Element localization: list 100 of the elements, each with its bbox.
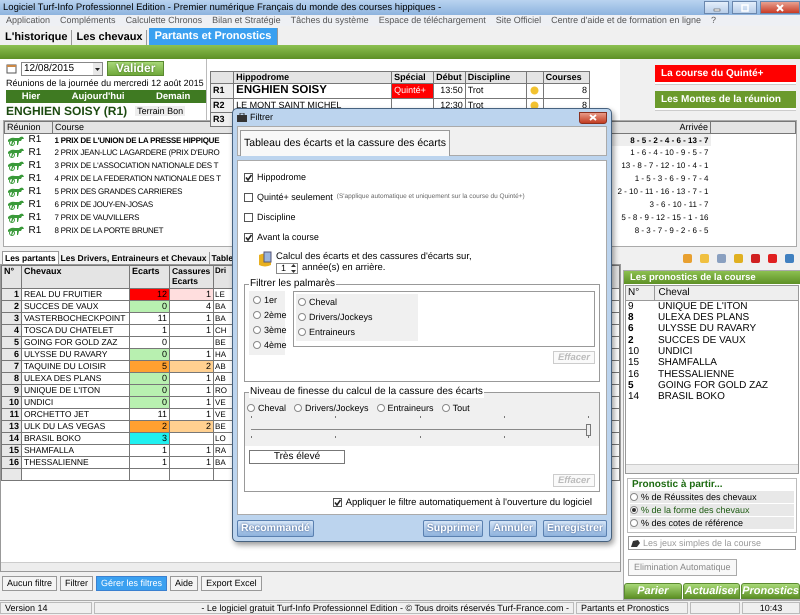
- table-cell: R1: [28, 186, 42, 198]
- scrollbar[interactable]: [626, 464, 798, 473]
- status-text: - Le logiciel gratuit Turf-Info Professionnel Edition - © Tous droits réservés Turf-France.com -: [94, 602, 574, 614]
- day-link[interactable]: Hier: [22, 90, 40, 102]
- table-cell[interactable]: 3 PRIX DE L'ASSOCIATION NATIONALE DES T: [54, 161, 218, 170]
- table-cell-text: SUCCES DE VAUX: [657, 334, 747, 346]
- table-cell[interactable]: 5 PRIX DES GRANDES CARRIERES: [54, 187, 182, 196]
- table-cell[interactable]: 4 PRIX DE LA FEDERATION NATIONALE DES T: [54, 174, 221, 184]
- table-cell: VASTERBOCHECKPOINT: [22, 312, 130, 324]
- column-header: N°: [2, 266, 22, 288]
- maximize-button[interactable]: [732, 1, 757, 14]
- table-cell: 1: [170, 444, 214, 456]
- radio-button[interactable]: [630, 519, 638, 527]
- section-button[interactable]: Les Montes de la réunion: [655, 91, 796, 108]
- menu-item[interactable]: ?: [710, 15, 716, 26]
- close-icon: [776, 4, 784, 12]
- menu-item[interactable]: Espace de téléchargement: [378, 15, 486, 26]
- option-label: % des cotes de référence: [641, 518, 744, 528]
- table-cell: 4: [2, 324, 22, 336]
- radio-button[interactable]: [298, 328, 306, 336]
- checkbox-label: Avant la course: [257, 232, 319, 242]
- column-header: Ecarts: [130, 266, 170, 288]
- database-icon: [258, 251, 272, 269]
- table-cell: 5: [2, 336, 22, 348]
- header-cell: [210, 72, 234, 84]
- day-link[interactable]: Aujourd'hui: [72, 90, 125, 102]
- checkbox[interactable]: [244, 192, 253, 202]
- table-cell-text: BRASIL BOKO: [657, 391, 726, 402]
- radio-button[interactable]: [376, 404, 385, 412]
- radio-button[interactable]: [253, 326, 261, 334]
- group-title: Niveau de finesse du calcul de la cassure des écarts: [249, 386, 484, 398]
- table-cell: 5 - 8 - 9 - 12 - 15 - 1 - 16: [621, 213, 708, 222]
- date-field[interactable]: 12/08/2015: [21, 62, 103, 76]
- table-cell: BRASIL BOKO: [22, 432, 130, 444]
- table-cell-text: 2: [627, 334, 635, 346]
- menu-item[interactable]: Centre d'aide et de formation en ligne: [551, 15, 701, 26]
- radio-button[interactable]: [630, 493, 638, 501]
- table-cell: 1 - 5 - 3 - 6 - 9 - 7 - 4: [634, 174, 708, 184]
- close-button[interactable]: [760, 1, 800, 14]
- column-header: Hippodrome: [234, 72, 392, 84]
- radio-button[interactable]: [253, 296, 261, 304]
- table-cell[interactable]: 6 PRIX DE JOUY-EN-JOSAS: [54, 200, 153, 210]
- checkbox[interactable]: [244, 172, 253, 182]
- table-cell: R1: [28, 160, 42, 172]
- search-field[interactable]: Les jeux simples de la course: [628, 536, 796, 550]
- filter-button[interactable]: Aide: [170, 576, 198, 591]
- table-cell: GOING FOR GOLD ZAZ: [22, 336, 130, 348]
- checkbox[interactable]: [244, 212, 253, 222]
- tab[interactable]: Tableau des écarts et la cassure des écarts: [240, 130, 450, 156]
- radio-button[interactable]: [298, 313, 306, 322]
- elimination-button[interactable]: Elimination Automatique: [628, 559, 737, 576]
- checkbox[interactable]: [244, 232, 253, 242]
- table-cell: REAL DU FRUITIER: [22, 288, 130, 300]
- table-cell: 2: [170, 420, 214, 432]
- check-icon: [245, 234, 252, 240]
- radio-button[interactable]: [247, 404, 255, 412]
- menu-item[interactable]: Tâches du système: [290, 15, 369, 26]
- menu-item[interactable]: Application: [6, 15, 50, 26]
- table-cell-text: ULYSSE DU RAVARY: [657, 323, 758, 335]
- table-cell[interactable]: 2 PRIX JEAN-LUC LAGARDERE (PRIX D'EURO: [54, 148, 220, 158]
- scrollbar[interactable]: [1, 562, 620, 571]
- spinner-icon: [290, 262, 298, 274]
- menu-item[interactable]: Calculette Chronos: [126, 15, 202, 26]
- table-cell[interactable]: 1 PRIX DE L'UNION DE LA PRESSE HIPPIQUE: [54, 136, 220, 145]
- option-label: % de la forme des chevaux: [641, 504, 750, 516]
- menu-item[interactable]: Site Officiel: [496, 15, 542, 26]
- table-cell: R1: [28, 224, 42, 237]
- table-cell[interactable]: 7 PRIX DE VAUVILLERS: [54, 213, 140, 222]
- level-reading: Très élevé: [249, 450, 345, 464]
- minimize-button[interactable]: [704, 1, 729, 14]
- radio-button[interactable]: [442, 404, 450, 412]
- table-cell: TOSCA DU CHATELET: [22, 324, 130, 336]
- filter-button[interactable]: Aucun filtre: [2, 576, 58, 591]
- dialog-title: Filtrer: [250, 112, 273, 123]
- table-cell: R1: [28, 198, 42, 211]
- filter-button[interactable]: Export Excel: [201, 576, 262, 591]
- caption: Réunions de la journée du mercredi 12 août 2015: [6, 78, 205, 89]
- radio-button[interactable]: [253, 311, 261, 320]
- table-cell: SHAMFALLA: [22, 444, 130, 456]
- radio-button[interactable]: [630, 506, 638, 514]
- tab[interactable]: Les partants: [2, 250, 59, 264]
- filter-button[interactable]: Filtrer: [60, 576, 94, 591]
- radio-button[interactable]: [294, 404, 302, 412]
- radio-button[interactable]: [298, 298, 306, 306]
- table-cell: 1: [170, 372, 214, 384]
- slider-thumb[interactable]: [586, 424, 591, 436]
- checkbox[interactable]: [332, 498, 342, 508]
- section-button[interactable]: La course du Quinté+: [655, 65, 796, 82]
- table-cell[interactable]: 8 PRIX DE LA PORTE BRUNET: [54, 226, 164, 236]
- radio-button[interactable]: [253, 341, 261, 350]
- menu-item[interactable]: Compléments: [60, 15, 116, 26]
- menu-item[interactable]: Bilan et Stratégie: [212, 15, 281, 26]
- meeting-title: ENGHIEN SOISY (R1): [6, 104, 128, 118]
- status-panel: [690, 602, 740, 614]
- spin-field[interactable]: 1: [276, 262, 298, 274]
- table-cell-text: ULEXA DES PLANS: [657, 312, 750, 324]
- table-cell: 9: [626, 300, 654, 312]
- table-cell-text: 6: [627, 323, 635, 335]
- day-link[interactable]: Demain: [156, 90, 190, 102]
- close-button[interactable]: [579, 112, 607, 124]
